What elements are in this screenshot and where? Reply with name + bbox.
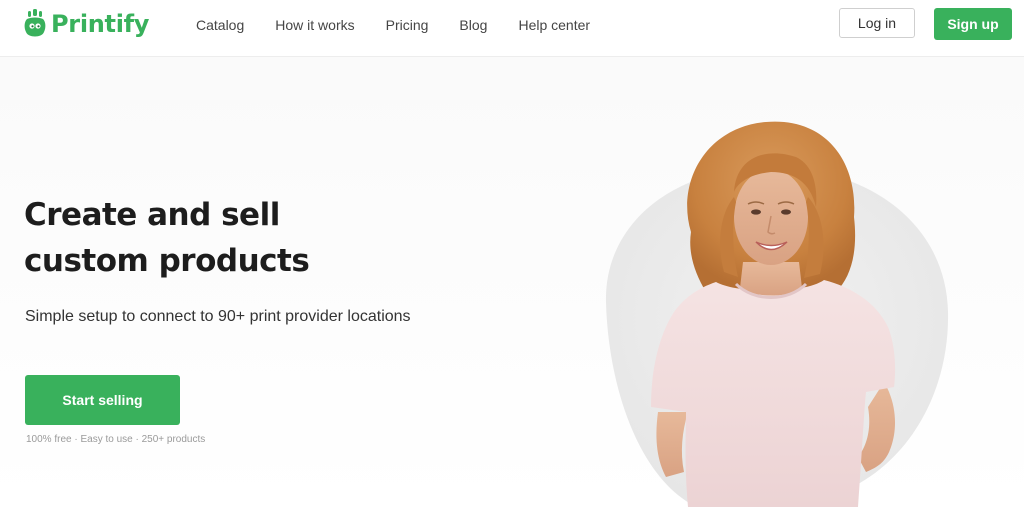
signup-button[interactable]: Sign up: [934, 8, 1012, 40]
nav-help-center[interactable]: Help center: [518, 16, 590, 34]
hero-headline: Create and sell custom products: [24, 192, 354, 284]
brand-name: Printify: [51, 10, 150, 38]
hero-subheadline: Simple setup to connect to 90+ print pro…: [25, 308, 411, 325]
headline-line-2: custom products: [24, 243, 310, 279]
feature-highlights: 100% free · Easy to use · 250+ products: [26, 434, 206, 445]
headline-line-1: Create and sell: [24, 197, 280, 233]
brand-logo[interactable]: Printify: [24, 8, 149, 40]
site-header: Printify Catalog How it works Pricing Bl…: [0, 0, 1024, 57]
nav-blog[interactable]: Blog: [459, 16, 487, 34]
nav-how-it-works[interactable]: How it works: [275, 16, 354, 34]
hero-image: [605, 121, 949, 507]
login-button[interactable]: Log in: [839, 8, 915, 38]
main-nav: Catalog How it works Pricing Blog Help c…: [196, 16, 621, 34]
nav-pricing[interactable]: Pricing: [386, 16, 429, 34]
nav-catalog[interactable]: Catalog: [196, 16, 244, 34]
printify-logo-icon: [24, 9, 46, 37]
start-selling-button[interactable]: Start selling: [25, 375, 180, 425]
